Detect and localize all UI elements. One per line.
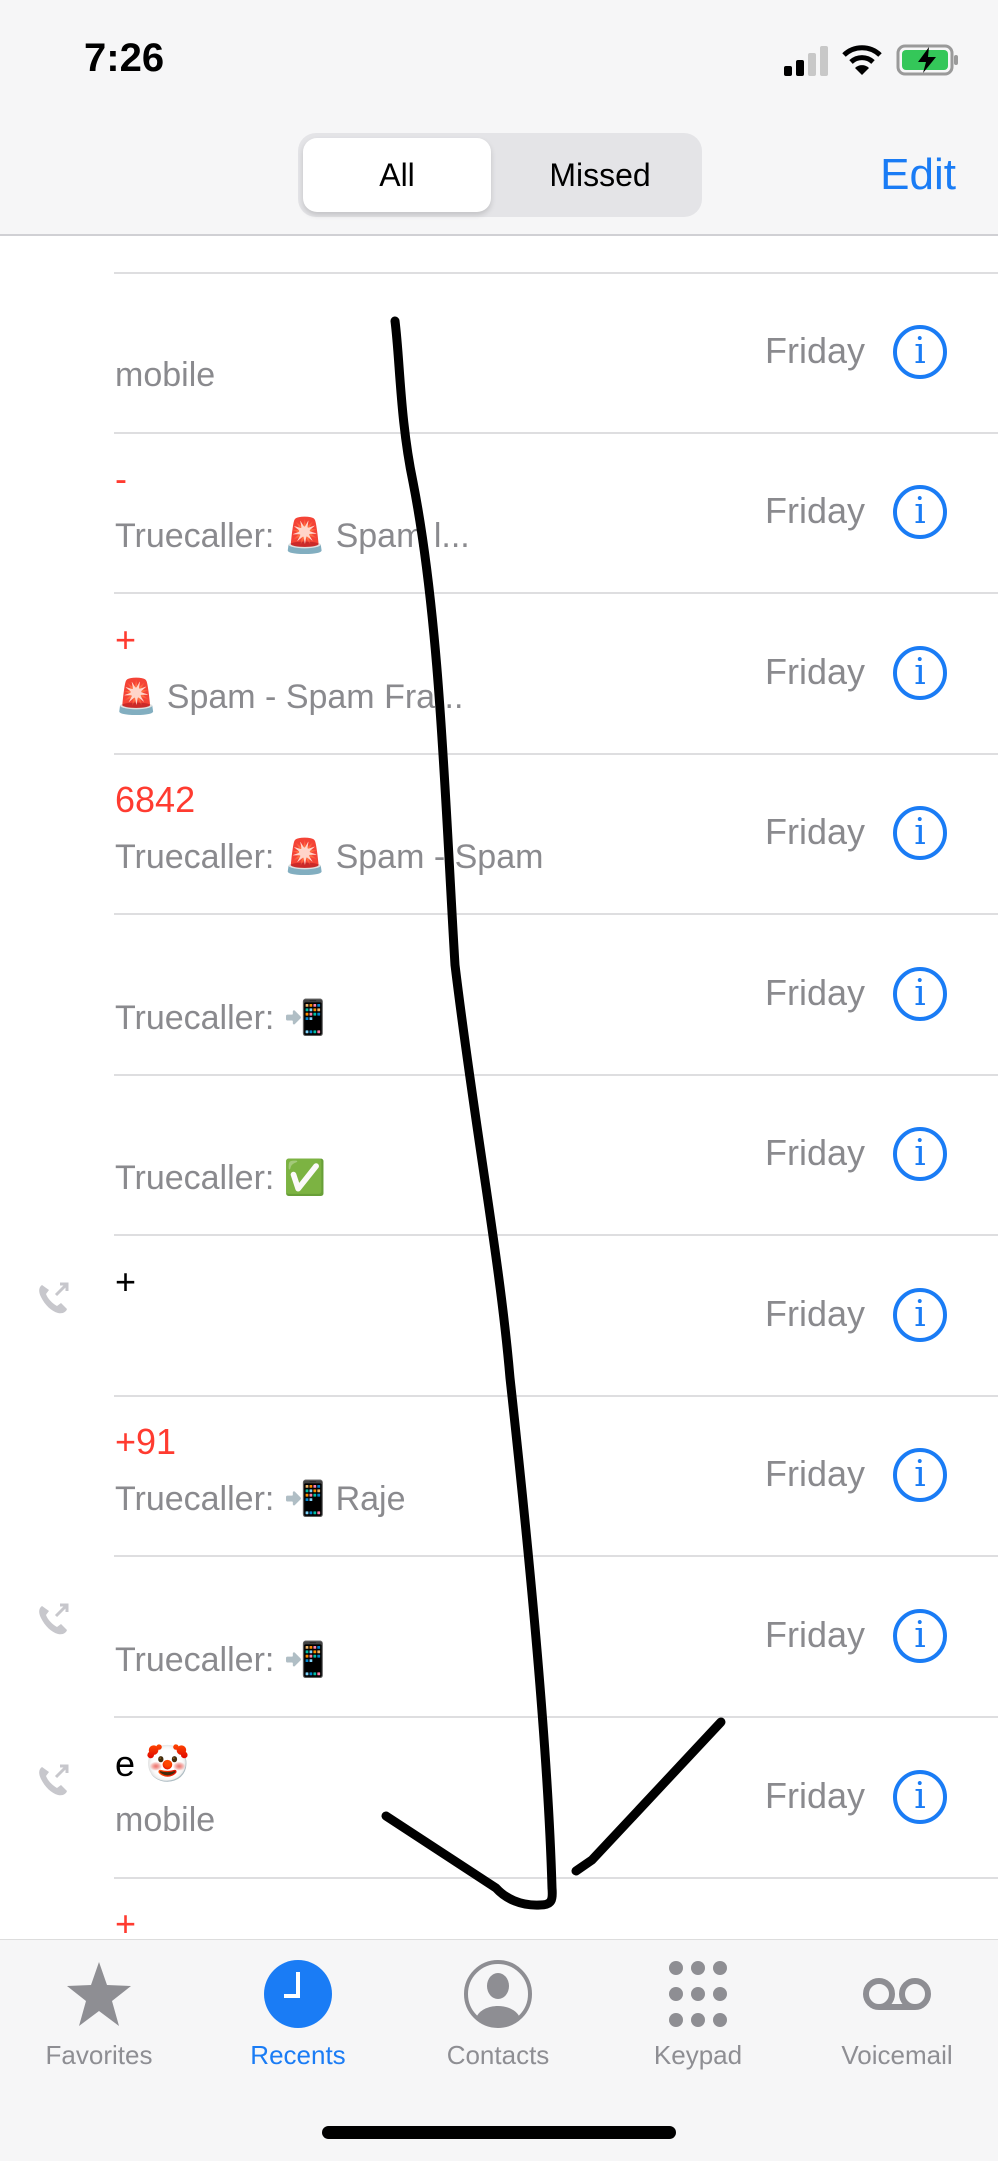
call-row[interactable]: - Truecaller: 🚨 Spam l... Friday i (0, 434, 998, 594)
info-icon[interactable]: i (893, 646, 947, 700)
call-date: Friday (765, 330, 866, 371)
row-divider (114, 913, 998, 915)
call-subtitle: Truecaller: ✅ (115, 1159, 327, 1197)
tab-label: Recents (250, 2040, 346, 2070)
outgoing-call-icon (39, 1282, 69, 1314)
call-subtitle: Truecaller: 🚨 Spam - Spam (115, 838, 544, 876)
tab-label: Favorites (45, 2040, 153, 2070)
call-date: Friday (765, 490, 866, 531)
wifi-icon (842, 45, 882, 75)
row-divider (114, 1716, 998, 1718)
keypad-icon (669, 1961, 727, 2027)
info-icon[interactable]: i (893, 1127, 947, 1181)
caller-name: - (115, 458, 127, 499)
call-row[interactable]: +91 Truecaller: 📲 Raje Friday i (0, 1397, 998, 1557)
person-circle-icon (464, 1960, 532, 2028)
tab-voicemail[interactable]: Voicemail (807, 1958, 987, 2071)
tab-contacts[interactable]: Contacts (408, 1958, 588, 2071)
tab-keypad[interactable]: Keypad (608, 1958, 788, 2071)
info-icon[interactable]: i (893, 1770, 947, 1824)
tab-favorites[interactable]: Favorites (9, 1958, 189, 2071)
info-icon[interactable]: i (893, 1609, 947, 1663)
call-row[interactable]: Truecaller: 📲 Friday i (0, 916, 998, 1076)
caller-name: 6842 (115, 779, 196, 820)
info-icon[interactable]: i (893, 485, 947, 539)
info-icon[interactable]: i (893, 1448, 947, 1502)
battery-charging-icon (896, 44, 958, 76)
segment-all[interactable]: All (303, 138, 491, 212)
call-date: Friday (765, 1293, 866, 1334)
star-icon (67, 1962, 131, 2026)
call-date: Friday (765, 972, 866, 1013)
clock-icon (264, 1960, 332, 2028)
call-date: Friday (765, 1614, 866, 1655)
call-row[interactable]: e 🤡 mobile Friday i (0, 1719, 998, 1879)
call-subtitle: Truecaller: 📲 Raje (115, 1480, 406, 1518)
header: 7:26 All Missed Edit (0, 0, 998, 236)
home-indicator[interactable] (322, 2126, 676, 2139)
voicemail-icon (863, 1978, 931, 2010)
tab-label: Voicemail (841, 2040, 953, 2070)
call-row[interactable]: Truecaller: ✅ Friday i (0, 1076, 998, 1236)
call-row[interactable]: + 🚨 Spam - Spam Fra... Friday i (0, 595, 998, 755)
row-divider (114, 592, 998, 594)
info-icon[interactable]: i (893, 325, 947, 379)
call-row[interactable]: + Friday i (0, 1237, 998, 1397)
tab-label: Keypad (653, 2040, 743, 2070)
call-date: Friday (765, 651, 866, 692)
caller-name: +91 (115, 1421, 177, 1462)
call-row[interactable]: 6842 Truecaller: 🚨 Spam - Spam Friday i (0, 755, 998, 915)
caller-name: e 🤡 (115, 1743, 190, 1784)
cellular-signal-icon (784, 46, 828, 76)
caller-name: + (115, 619, 137, 660)
call-date: Friday (765, 1775, 866, 1816)
caller-name: + (115, 1261, 137, 1302)
status-time: 7:26 (84, 36, 165, 80)
info-icon[interactable]: i (893, 967, 947, 1021)
call-subtitle: Truecaller: 🚨 Spam l... (115, 517, 470, 555)
filter-segmented-control: All Missed (298, 133, 702, 217)
tab-recents[interactable]: Recents (208, 1958, 388, 2071)
row-divider (114, 1555, 998, 1557)
tab-label: Contacts (446, 2040, 550, 2070)
call-row[interactable]: Truecaller: 📲 Friday i (0, 1558, 998, 1718)
edit-button[interactable]: Edit (880, 150, 956, 200)
segment-missed[interactable]: Missed (506, 138, 694, 212)
row-divider (114, 1234, 998, 1236)
info-icon[interactable]: i (893, 1288, 947, 1342)
call-subtitle: mobile (115, 1801, 216, 1839)
outgoing-call-icon (39, 1603, 69, 1635)
info-icon[interactable]: i (893, 806, 947, 860)
outgoing-call-icon (39, 1764, 69, 1796)
call-row[interactable]: mobile Friday i (0, 274, 998, 434)
call-date: Friday (765, 1132, 866, 1173)
call-subtitle: 🚨 Spam - Spam Fra... (115, 678, 464, 716)
call-subtitle: mobile (115, 356, 216, 394)
call-subtitle: Truecaller: 📲 (115, 1641, 327, 1679)
call-date: Friday (765, 811, 866, 852)
call-subtitle: Truecaller: 📲 (115, 999, 327, 1037)
call-date: Friday (765, 1453, 866, 1494)
